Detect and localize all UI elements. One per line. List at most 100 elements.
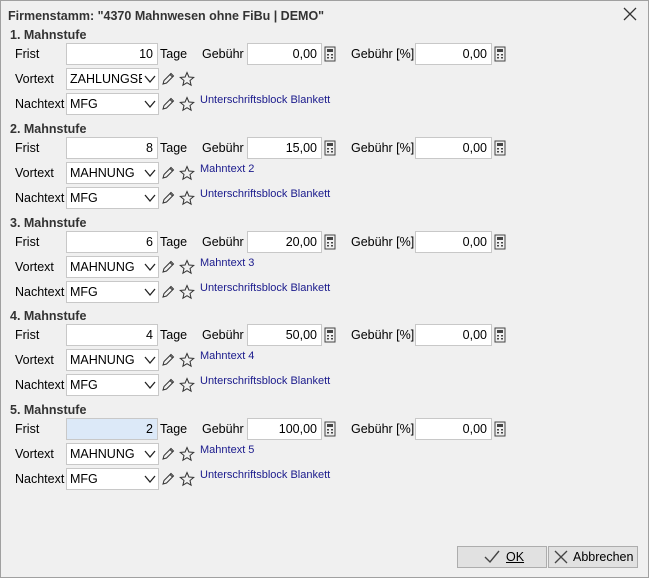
ok-button[interactable]: OK (457, 546, 547, 568)
star-icon[interactable] (179, 71, 195, 87)
vortext-link-4[interactable]: Mahntext 4 (200, 350, 254, 362)
gebuehr-pct-input-3[interactable]: 0,00 (415, 231, 492, 253)
frist-input-3[interactable]: 6 (66, 231, 158, 253)
pencil-icon[interactable] (160, 96, 176, 112)
frist-label: Frist (15, 47, 40, 61)
vortext-select-4[interactable]: MAHNUNG (66, 349, 159, 371)
vortext-link-2[interactable]: Mahntext 2 (200, 163, 254, 175)
cancel-label: Abbrechen (573, 550, 634, 564)
nachtext-link-4[interactable]: Unterschriftsblock Blankett (200, 375, 330, 387)
pencil-icon[interactable] (160, 446, 176, 462)
chevron-down-icon[interactable] (144, 474, 156, 484)
vortext-select-2[interactable]: MAHNUNG (66, 162, 159, 184)
nachtext-select-2[interactable]: MFG (66, 187, 159, 209)
gebuehr-pct-input-2[interactable]: 0,00 (415, 137, 492, 159)
gebuehr-pct-label: Gebühr [%] (351, 47, 415, 61)
calculator-icon[interactable] (324, 46, 336, 62)
tage-label: Tage (160, 328, 188, 342)
calculator-icon[interactable] (324, 234, 336, 250)
nachtext-value: MFG (70, 191, 98, 205)
vortext-link-5[interactable]: Mahntext 5 (200, 444, 254, 456)
calculator-icon[interactable] (494, 421, 506, 437)
chevron-down-icon[interactable] (144, 262, 156, 272)
chevron-down-icon[interactable] (144, 355, 156, 365)
star-icon[interactable] (179, 165, 195, 181)
gebuehr-input-5[interactable]: 100,00 (247, 418, 322, 440)
check-icon (484, 550, 500, 564)
vortext-link-3[interactable]: Mahntext 3 (200, 257, 254, 269)
vortext-value: MAHNUNG (70, 260, 135, 274)
pencil-icon[interactable] (160, 377, 176, 393)
ok-label: OK (506, 550, 525, 564)
star-icon[interactable] (179, 352, 195, 368)
star-icon[interactable] (179, 471, 195, 487)
chevron-down-icon[interactable] (144, 193, 156, 203)
nachtext-link-3[interactable]: Unterschriftsblock Blankett (200, 282, 330, 294)
gebuehr-input-4[interactable]: 50,00 (247, 324, 322, 346)
gebuehr-input-1[interactable]: 0,00 (247, 43, 322, 65)
close-icon[interactable] (622, 6, 638, 22)
star-icon[interactable] (179, 446, 195, 462)
mahnstufe-3-title: 3. Mahnstufe (10, 216, 87, 230)
frist-input-1[interactable]: 10 (66, 43, 158, 65)
frist-input-4[interactable]: 4 (66, 324, 158, 346)
cancel-button[interactable]: Abbrechen (548, 546, 638, 568)
nachtext-link-5[interactable]: Unterschriftsblock Blankett (200, 469, 330, 481)
mahnstufe-4-title: 4. Mahnstufe (10, 309, 87, 323)
gebuehr-pct-input-4[interactable]: 0,00 (415, 324, 492, 346)
vortext-label: Vortext (15, 72, 54, 86)
gebuehr-pct-input-5[interactable]: 0,00 (415, 418, 492, 440)
gebuehr-input-3[interactable]: 20,00 (247, 231, 322, 253)
dialog-title: Firmenstamm: "4370 Mahnwesen ohne FiBu |… (8, 9, 325, 23)
nachtext-link-1[interactable]: Unterschriftsblock Blankett (200, 94, 330, 106)
star-icon[interactable] (179, 284, 195, 300)
pencil-icon[interactable] (160, 71, 176, 87)
pencil-icon[interactable] (160, 352, 176, 368)
nachtext-select-1[interactable]: MFG (66, 93, 159, 115)
vortext-select-3[interactable]: MAHNUNG (66, 256, 159, 278)
vortext-label: Vortext (15, 166, 54, 180)
calculator-icon[interactable] (494, 327, 506, 343)
vortext-select-1[interactable]: ZAHLUNGSE (66, 68, 159, 90)
nachtext-select-3[interactable]: MFG (66, 281, 159, 303)
mahnstufe-5-title: 5. Mahnstufe (10, 403, 87, 417)
vortext-value: ZAHLUNGSE (70, 72, 142, 86)
star-icon[interactable] (179, 377, 195, 393)
calculator-icon[interactable] (494, 140, 506, 156)
calculator-icon[interactable] (494, 46, 506, 62)
gebuehr-pct-input-1[interactable]: 0,00 (415, 43, 492, 65)
gebuehr-label: Gebühr (202, 47, 244, 61)
star-icon[interactable] (179, 190, 195, 206)
pencil-icon[interactable] (160, 284, 176, 300)
chevron-down-icon[interactable] (144, 380, 156, 390)
tage-label: Tage (160, 141, 188, 155)
pencil-icon[interactable] (160, 471, 176, 487)
pencil-icon[interactable] (160, 165, 176, 181)
calculator-icon[interactable] (494, 234, 506, 250)
star-icon[interactable] (179, 96, 195, 112)
frist-input-5[interactable]: 2 (66, 418, 158, 440)
chevron-down-icon[interactable] (144, 168, 156, 178)
frist-label: Frist (15, 422, 40, 436)
calculator-icon[interactable] (324, 327, 336, 343)
chevron-down-icon[interactable] (144, 99, 156, 109)
gebuehr-input-2[interactable]: 15,00 (247, 137, 322, 159)
tage-label: Tage (160, 422, 188, 436)
pencil-icon[interactable] (160, 190, 176, 206)
pencil-icon[interactable] (160, 259, 176, 275)
nachtext-select-5[interactable]: MFG (66, 468, 159, 490)
nachtext-label: Nachtext (15, 97, 65, 111)
nachtext-link-2[interactable]: Unterschriftsblock Blankett (200, 188, 330, 200)
nachtext-value: MFG (70, 472, 98, 486)
calculator-icon[interactable] (324, 421, 336, 437)
frist-input-2[interactable]: 8 (66, 137, 158, 159)
star-icon[interactable] (179, 259, 195, 275)
frist-label: Frist (15, 141, 40, 155)
nachtext-select-4[interactable]: MFG (66, 374, 159, 396)
calculator-icon[interactable] (324, 140, 336, 156)
chevron-down-icon[interactable] (144, 74, 156, 84)
vortext-select-5[interactable]: MAHNUNG (66, 443, 159, 465)
chevron-down-icon[interactable] (144, 449, 156, 459)
chevron-down-icon[interactable] (144, 287, 156, 297)
nachtext-label: Nachtext (15, 191, 65, 205)
